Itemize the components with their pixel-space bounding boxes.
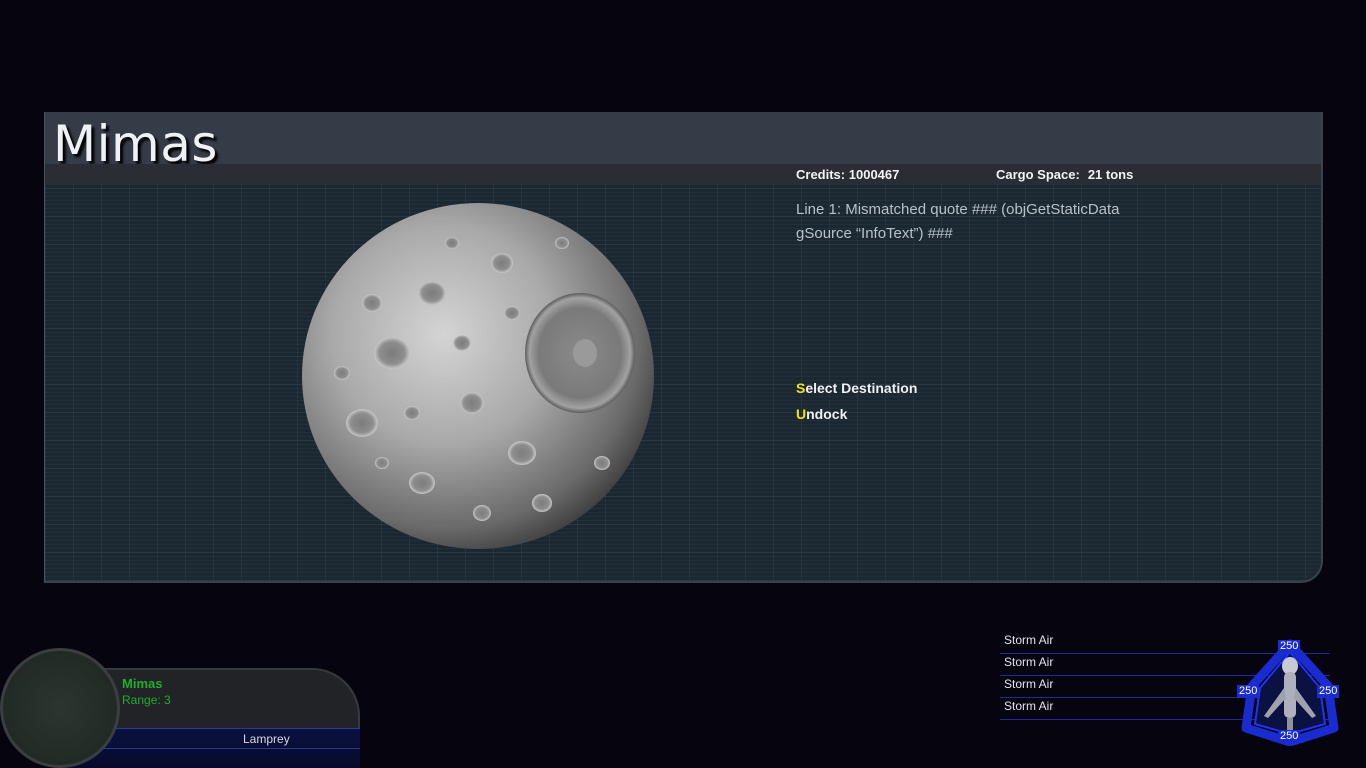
target-name: Mimas (122, 676, 163, 691)
target-scanner (0, 648, 120, 768)
device-label: Storm Air (1004, 699, 1054, 713)
device-label: Storm Air (1004, 655, 1054, 669)
action-label: elect Destination (805, 380, 918, 396)
info-bar: Credits: 1000467 Cargo Space: 21 tons (45, 164, 1321, 184)
action-label: ndock (806, 406, 848, 422)
shield-left-value: 250 (1237, 685, 1260, 698)
credits-readout: Credits: 1000467 (796, 167, 899, 182)
divider (60, 748, 360, 749)
device-label: Storm Air (1004, 677, 1054, 691)
description-line: Line 1: Mismatched quote ### (objGetStat… (796, 201, 1120, 218)
credits-value: 1000467 (848, 167, 900, 182)
shield-right-value: 250 (1317, 685, 1340, 698)
dock-actions: Select Destination Undock (796, 378, 917, 430)
dock-screen-panel: Mimas Credits: 1000467 Cargo Space: 21 to… (44, 112, 1323, 583)
hotkey-letter: S (796, 380, 806, 396)
credits-label: Credits: (796, 167, 846, 182)
shield-front-value: 250 (1278, 640, 1301, 653)
cargo-label: Cargo Space: (996, 167, 1080, 182)
player-ship-name: Lamprey (243, 732, 290, 746)
shield-rear-value: 250 (1278, 730, 1301, 743)
target-display: Mimas Range: 3 Lamprey (0, 648, 362, 768)
title-bar: Mimas (45, 112, 1321, 173)
select-destination-action[interactable]: Select Destination (796, 378, 917, 404)
target-range: Range: 3 (122, 693, 171, 707)
shield-display: 250 250 250 250 (1237, 638, 1340, 747)
hotkey-letter: U (796, 406, 807, 422)
station-description: Line 1: Mismatched quote ### (objGetStat… (796, 198, 1156, 246)
moon-image (302, 203, 654, 549)
cargo-value: 21 tons (1087, 167, 1134, 182)
description-line: gSource “InfoText”) ### (796, 225, 953, 242)
device-label: Storm Air (1004, 633, 1054, 647)
undock-action[interactable]: Undock (796, 404, 917, 430)
cargo-readout: Cargo Space: 21 tons (996, 167, 1133, 182)
